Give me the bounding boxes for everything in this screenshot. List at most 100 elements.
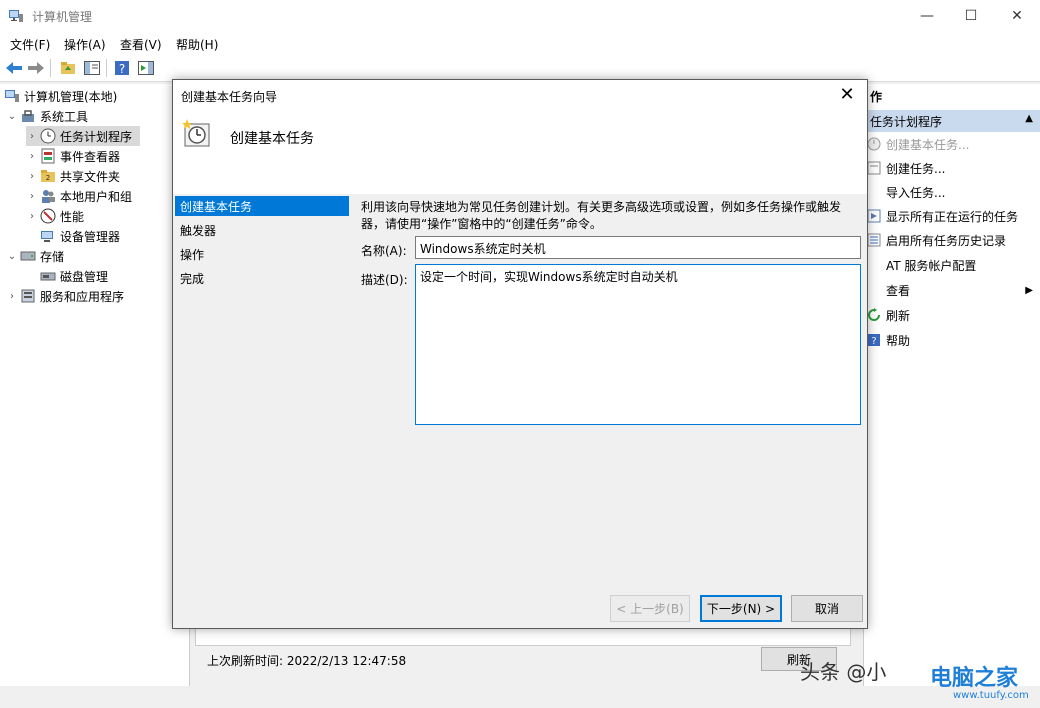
tree-item-label: 性能 xyxy=(60,209,85,224)
actions-header: 作 xyxy=(864,84,1040,108)
computer-management-icon xyxy=(9,10,23,22)
task-wizard-icon xyxy=(867,137,881,151)
chevron-down-icon[interactable]: ⌄ xyxy=(6,111,18,122)
device-manager-icon xyxy=(40,228,56,244)
title-bar: 计算机管理 — ☐ ✕ xyxy=(0,0,1040,32)
wizard-steps: 创建基本任务 触发器 操作 完成 xyxy=(173,194,351,628)
dialog-title: 创建基本任务向导 xyxy=(181,90,278,104)
show-hide-tree-icon[interactable] xyxy=(82,58,102,78)
action-create-basic-task[interactable]: 创建基本任务... xyxy=(864,132,1040,156)
action-import-task[interactable]: 导入任务... xyxy=(864,180,1040,204)
chevron-down-icon[interactable]: ⌄ xyxy=(6,251,18,262)
menu-bar: 文件(F) 操作(A) 查看(V) 帮助(H) xyxy=(0,32,1040,54)
forward-arrow-icon[interactable] xyxy=(26,58,46,78)
tree-item-label: 计算机管理(本地) xyxy=(24,89,118,104)
dialog-title-bar: 创建基本任务向导 ✕ xyxy=(173,80,867,110)
services-icon xyxy=(20,288,36,304)
menu-file[interactable]: 文件(F) xyxy=(10,36,50,53)
tree-item-services-apps[interactable]: › 服务和应用程序 xyxy=(6,286,124,306)
tree-item-label: 服务和应用程序 xyxy=(40,289,125,304)
window-title: 计算机管理 xyxy=(32,10,93,24)
close-icon[interactable]: ✕ xyxy=(835,84,859,105)
users-icon xyxy=(40,188,56,204)
watermark-text: 头条 @小 xyxy=(800,660,887,684)
actions-section-task-scheduler[interactable]: 任务计划程序 ▲ xyxy=(864,110,1040,132)
tree-item-label: 共享文件夹 xyxy=(60,169,121,184)
help-icon[interactable]: ? xyxy=(112,58,132,78)
tree-item-device-manager[interactable]: 设备管理器 xyxy=(40,226,120,246)
name-field[interactable]: Windows系统定时关机 xyxy=(415,236,861,259)
action-label: 创建基本任务... xyxy=(886,137,970,152)
wizard-step-create[interactable]: 创建基本任务 xyxy=(175,196,349,216)
svg-text:?: ? xyxy=(871,336,876,347)
tree-item-computer-management[interactable]: 计算机管理(本地) xyxy=(4,86,117,106)
action-label: AT 服务帐户配置 xyxy=(886,258,977,273)
tree-item-label: 任务计划程序 xyxy=(60,129,133,144)
action-view[interactable]: 查看 ▶ xyxy=(864,278,1040,302)
maximize-button[interactable]: ☐ xyxy=(948,0,994,32)
disk-icon xyxy=(40,268,56,284)
tree-item-label: 设备管理器 xyxy=(60,229,121,244)
back-arrow-icon[interactable] xyxy=(4,58,24,78)
computer-management-icon xyxy=(4,88,20,104)
watermark-url: www.tuufy.com xyxy=(953,690,1029,701)
tree-item-storage[interactable]: ⌄ 存储 xyxy=(6,246,64,266)
tree-item-performance[interactable]: › 性能 xyxy=(26,206,84,226)
submenu-arrow-icon: ▶ xyxy=(1025,284,1033,296)
description-field[interactable]: 设定一个时间，实现Windows系统定时自动关机 xyxy=(415,264,861,425)
show-hide-action-pane-icon[interactable] xyxy=(136,58,156,78)
action-create-task[interactable]: 创建任务... xyxy=(864,156,1040,180)
chevron-right-icon[interactable]: › xyxy=(26,191,38,202)
chevron-right-icon[interactable]: › xyxy=(26,211,38,222)
action-label: 帮助 xyxy=(886,333,911,348)
action-enable-history[interactable]: 启用所有任务历史记录 xyxy=(864,228,1040,252)
wizard-description: 利用该向导快速地为常见任务创建计划。有关更多高级选项或设置，例如多任务操作或触发… xyxy=(361,200,842,231)
tree-item-shared-folders[interactable]: › 2 共享文件夹 xyxy=(26,166,120,186)
svg-text:2: 2 xyxy=(46,174,50,182)
wizard-step-action[interactable]: 操作 xyxy=(175,244,349,264)
watermark-logo: 电脑之家 xyxy=(930,666,1019,691)
chevron-right-icon[interactable]: › xyxy=(26,131,38,142)
action-at-service-config[interactable]: AT 服务帐户配置 xyxy=(864,253,1040,277)
chevron-right-icon[interactable]: › xyxy=(26,171,38,182)
action-refresh[interactable]: 刷新 xyxy=(864,303,1040,327)
action-show-running-tasks[interactable]: 显示所有正在运行的任务 xyxy=(864,204,1040,228)
tree-item-task-scheduler[interactable]: › 任务计划程序 xyxy=(26,126,140,146)
action-label: 显示所有正在运行的任务 xyxy=(886,209,1019,224)
menu-view[interactable]: 查看(V) xyxy=(120,36,162,53)
name-label: 名称(A): xyxy=(361,244,407,258)
next-button[interactable]: 下一步(N) > xyxy=(700,595,782,622)
tree-item-disk-management[interactable]: 磁盘管理 xyxy=(40,266,108,286)
close-button[interactable]: ✕ xyxy=(994,0,1040,32)
tree-item-local-users[interactable]: › 本地用户和组 xyxy=(26,186,132,206)
description-label: 描述(D): xyxy=(361,273,408,287)
up-folder-icon[interactable] xyxy=(58,58,78,78)
action-label: 刷新 xyxy=(886,308,911,323)
chevron-right-icon[interactable]: › xyxy=(26,151,38,162)
toolbar: ? xyxy=(0,54,1040,82)
action-label: 启用所有任务历史记录 xyxy=(886,233,1007,248)
wizard-step-trigger[interactable]: 触发器 xyxy=(175,220,349,240)
actions-section-label: 任务计划程序 xyxy=(870,115,943,129)
wizard-step-finish[interactable]: 完成 xyxy=(175,268,349,288)
minimize-button[interactable]: — xyxy=(904,0,950,32)
event-viewer-icon xyxy=(40,148,56,164)
tools-icon xyxy=(20,108,36,124)
menu-action[interactable]: 操作(A) xyxy=(64,36,106,53)
clock-icon xyxy=(40,128,56,144)
back-button[interactable]: < 上一步(B) xyxy=(610,595,690,622)
task-wizard-icon xyxy=(181,118,211,148)
action-label: 查看 xyxy=(886,283,911,298)
collapse-up-icon[interactable]: ▲ xyxy=(1025,113,1033,124)
chevron-right-icon[interactable]: › xyxy=(6,291,18,302)
tree-item-label: 本地用户和组 xyxy=(60,189,133,204)
cancel-button[interactable]: 取消 xyxy=(791,595,863,622)
tree-item-system-tools[interactable]: ⌄ 系统工具 xyxy=(6,106,88,126)
action-help[interactable]: ? 帮助 xyxy=(864,328,1040,352)
action-label: 创建任务... xyxy=(886,161,946,176)
console-tree: 计算机管理(本地) ⌄ 系统工具 › 任务计划程序 › 事件查看器 › 2 共享… xyxy=(0,84,190,686)
action-label: 导入任务... xyxy=(886,185,946,200)
shared-folder-icon: 2 xyxy=(40,168,56,184)
menu-help[interactable]: 帮助(H) xyxy=(176,36,218,53)
tree-item-event-viewer[interactable]: › 事件查看器 xyxy=(26,146,120,166)
